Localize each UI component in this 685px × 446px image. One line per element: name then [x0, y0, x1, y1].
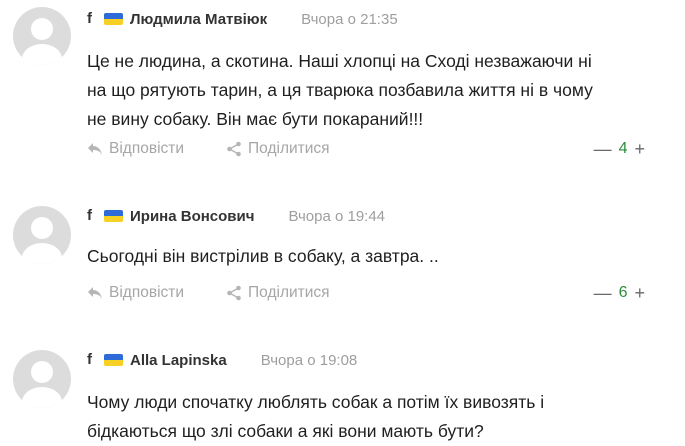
vote-controls: — 6 +	[594, 282, 645, 304]
comment-author[interactable]: Людмила Матвіюк	[130, 11, 267, 28]
share-label: Поділитися	[248, 284, 330, 301]
comment-meta: f Alla Lapinska Вчора о 19:08	[87, 350, 357, 370]
vote-score: 6	[618, 284, 628, 301]
share-button[interactable]: Поділитися	[226, 284, 330, 302]
comment-text-line: Сьогодні він вистрілив в собаку, а завтр…	[87, 246, 439, 266]
avatar[interactable]	[13, 350, 71, 408]
ukraine-flag-icon	[104, 354, 123, 366]
comment-text-line: не вину собаку. Він має бути покараний!!…	[87, 109, 424, 129]
vote-score: 4	[618, 140, 628, 157]
comment-meta: f Людмила Матвіюк Вчора о 21:35	[87, 9, 398, 29]
comment-timestamp: Вчора о 19:08	[260, 351, 358, 369]
vote-down-button[interactable]: —	[594, 138, 612, 160]
vote-controls: — 4 +	[594, 138, 645, 160]
comment-timestamp: Вчора о 19:44	[288, 207, 386, 225]
reply-button[interactable]: Відповісти	[87, 284, 184, 302]
share-icon	[227, 141, 241, 157]
comment-text-line: Це не людина, а скотина. Наші хлопці на …	[87, 51, 592, 71]
comment-text: Сьогодні він вистрілив в собаку, а завтр…	[87, 242, 657, 271]
facebook-icon: f	[87, 207, 92, 224]
default-avatar-icon	[22, 217, 62, 264]
share-label: Поділитися	[248, 140, 330, 157]
vote-down-button[interactable]: —	[594, 282, 612, 304]
ukraine-flag-icon	[104, 210, 123, 222]
ukraine-flag-icon	[104, 13, 123, 25]
default-avatar-icon	[22, 361, 62, 408]
vote-up-button[interactable]: +	[634, 138, 645, 160]
share-button[interactable]: Поділитися	[226, 140, 330, 158]
comment-author[interactable]: Ирина Вонсович	[130, 208, 254, 225]
comment-meta: f Ирина Вонсович Вчора о 19:44	[87, 206, 385, 226]
comments-page: { "colors": { "flag_blue": "#2e6bd6", "f…	[0, 0, 685, 445]
avatar[interactable]	[13, 7, 71, 65]
avatar[interactable]	[13, 206, 71, 264]
comment-actions: Відповісти Поділитися — 6 +	[87, 282, 645, 304]
comment-text-line: бідкаються що злі собаки а які вони мают…	[87, 421, 484, 441]
facebook-icon: f	[87, 351, 92, 368]
default-avatar-icon	[22, 18, 62, 65]
comment-text-line: на що рятують тарин, а ця тварюка позбав…	[87, 80, 593, 100]
reply-label: Відповісти	[109, 140, 185, 157]
vote-up-button[interactable]: +	[634, 282, 645, 304]
reply-icon	[88, 143, 102, 155]
comment-text: Це не людина, а скотина. Наші хлопці на …	[87, 47, 657, 134]
share-icon	[227, 285, 241, 301]
comment-text-line: Чому люди спочатку люблять собак а потім…	[87, 392, 545, 412]
comment-text: Чому люди спочатку люблять собак а потім…	[87, 388, 657, 446]
reply-label: Відповісти	[109, 284, 185, 301]
comment-timestamp: Вчора о 21:35	[301, 10, 398, 28]
comment-actions: Відповісти Поділитися — 4 +	[87, 138, 645, 160]
reply-icon	[88, 287, 102, 299]
comment-author[interactable]: Alla Lapinska	[130, 352, 227, 369]
facebook-icon: f	[87, 10, 92, 27]
reply-button[interactable]: Відповісти	[87, 140, 184, 158]
